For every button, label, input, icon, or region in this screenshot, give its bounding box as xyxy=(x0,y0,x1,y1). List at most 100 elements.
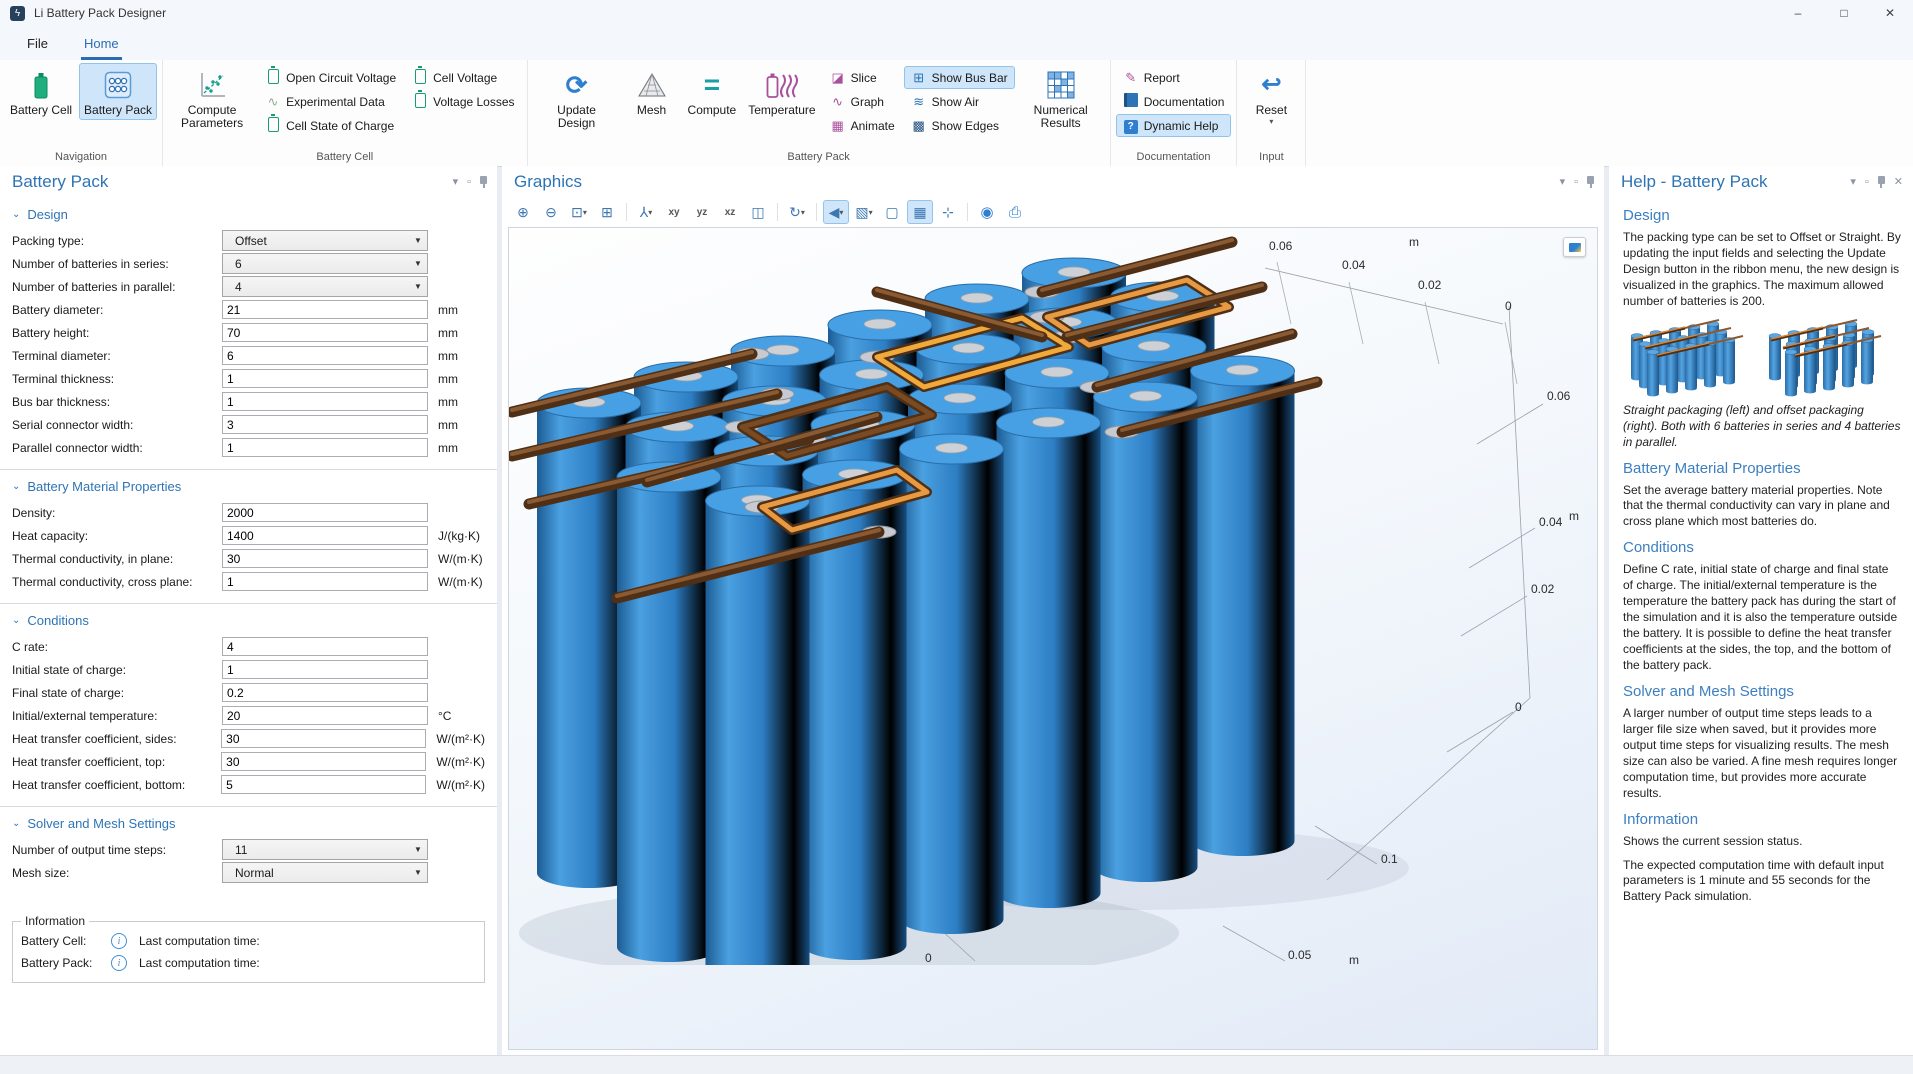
pin-icon[interactable] xyxy=(1878,176,1885,184)
voltage-losses-button[interactable]: Voltage Losses xyxy=(405,90,521,113)
compute-button[interactable]: = Compute xyxy=(683,63,742,120)
show-edges-toggle[interactable]: ▩ Show Edges xyxy=(904,114,1015,137)
go-to-default-view-button[interactable]: ⅄▾ xyxy=(633,200,659,224)
close-button[interactable]: ✕ xyxy=(1867,0,1913,26)
image-overlay-button[interactable] xyxy=(1563,237,1586,257)
rotate-button[interactable]: ↻▾ xyxy=(784,200,810,224)
input-serial-connector-width[interactable] xyxy=(222,415,428,434)
input-thermal-conductivity-cross-plane[interactable] xyxy=(222,572,428,591)
input-final-state-of-charge[interactable] xyxy=(222,683,428,702)
section-header-conditions[interactable]: ⌄Conditions xyxy=(12,613,485,628)
image-snapshot-button[interactable]: ◉ xyxy=(974,200,1000,224)
field-label: Heat transfer coefficient, bottom: xyxy=(12,778,221,792)
temperature-button[interactable]: Temperature xyxy=(743,63,820,120)
ribbon-group-navigation: Battery Cell Battery Pack Navigation xyxy=(0,60,163,166)
tab-home[interactable]: Home xyxy=(81,36,122,60)
chevron-down-icon: ▼ xyxy=(409,259,427,268)
tab-file[interactable]: File xyxy=(24,36,51,60)
input-heat-transfer-coefficient-top[interactable] xyxy=(221,752,426,771)
help-image-caption: Straight packaging (left) and offset pac… xyxy=(1623,403,1901,451)
float-panel-icon[interactable]: ▫ xyxy=(1865,177,1869,188)
input-initial-external-temperature[interactable] xyxy=(222,706,428,725)
section-header-battery-material-properties[interactable]: ⌄Battery Material Properties xyxy=(12,479,485,494)
float-panel-icon[interactable]: ▫ xyxy=(467,177,471,188)
input-battery-height[interactable] xyxy=(222,323,428,342)
battery-cell-button[interactable]: Battery Cell xyxy=(5,63,77,120)
show-air-toggle[interactable]: ≋ Show Air xyxy=(904,90,1015,113)
pin-icon[interactable] xyxy=(480,176,487,184)
compute-parameters-button[interactable]: Compute Parameters xyxy=(168,63,256,133)
show-bus-bar-toggle[interactable]: ⊞ Show Bus Bar xyxy=(904,66,1015,89)
zoom-in-button[interactable]: ⊕ xyxy=(510,200,536,224)
open-circuit-voltage-button[interactable]: Open Circuit Voltage xyxy=(258,66,403,89)
report-button[interactable]: ✎ Report xyxy=(1116,66,1232,89)
input-terminal-diameter[interactable] xyxy=(222,346,428,365)
input-initial-state-of-charge[interactable] xyxy=(222,660,428,679)
input-thermal-conductivity-in-plane[interactable] xyxy=(222,549,428,568)
view-yz-button[interactable]: yz xyxy=(689,200,715,224)
settings-sections: ⌄DesignPacking type:Offset▼Number of bat… xyxy=(0,207,497,884)
unit-label: J/(kg·K) xyxy=(438,529,480,543)
input-density[interactable] xyxy=(222,503,428,522)
svg-text:0.04: 0.04 xyxy=(1539,515,1563,529)
view-xy-button[interactable]: xy xyxy=(661,200,687,224)
input-heat-transfer-coefficient-bottom[interactable] xyxy=(221,775,426,794)
panel-menu-icon[interactable]: ▾ xyxy=(453,177,459,188)
perspective-button[interactable]: ◫ xyxy=(745,200,771,224)
pin-icon[interactable] xyxy=(1587,176,1594,184)
update-design-button[interactable]: ⟳ Update Design xyxy=(533,63,621,133)
cell-state-of-charge-button[interactable]: Cell State of Charge xyxy=(258,114,403,137)
zoom-box-button[interactable]: ⊡▾ xyxy=(566,200,592,224)
maximize-button[interactable]: □ xyxy=(1821,0,1867,26)
input-battery-diameter[interactable] xyxy=(222,300,428,319)
numerical-results-button[interactable]: Numerical Results xyxy=(1017,63,1105,133)
transparency-button[interactable]: ▧▾ xyxy=(851,200,877,224)
info-icon[interactable]: i xyxy=(111,933,127,949)
input-bus-bar-thickness[interactable] xyxy=(222,392,428,411)
dropdown-number-of-batteries-in-parallel[interactable]: 4▼ xyxy=(222,276,428,297)
minimize-button[interactable]: – xyxy=(1775,0,1821,26)
scene-light-button[interactable]: ◀▾ xyxy=(823,200,849,224)
help-text-information-1: Shows the current session status. xyxy=(1623,834,1901,850)
section-header-solver-and-mesh-settings[interactable]: ⌄Solver and Mesh Settings xyxy=(12,816,485,831)
experimental-data-button[interactable]: ∿ Experimental Data xyxy=(258,90,403,113)
dropdown-number-of-batteries-in-series[interactable]: 6▼ xyxy=(222,253,428,274)
zoom-extents-button[interactable]: ⊞ xyxy=(594,200,620,224)
dropdown-mesh-size[interactable]: Normal▼ xyxy=(222,862,428,883)
reset-button[interactable]: ↩ Reset ▾ xyxy=(1242,63,1300,129)
graph-button[interactable]: ∿ Graph xyxy=(823,90,902,113)
info-icon[interactable]: i xyxy=(111,955,127,971)
graphics-panel: Graphics ▾ ▫ ⊕⊖⊡▾⊞ ⅄▾xyyzxz◫ ↻▾ ◀▾▧▾▢▦⊹ ◉⎙ xyxy=(502,166,1604,1056)
float-panel-icon[interactable]: ▫ xyxy=(1574,177,1578,188)
graphics-canvas[interactable]: 0.06 0.04 0.02 0 m 0.06 0.04 m 0.02 0 0.… xyxy=(508,227,1598,1050)
slice-button[interactable]: ◪ Slice xyxy=(823,66,902,89)
mesh-button[interactable]: Mesh xyxy=(623,63,681,120)
wireframe-box-button[interactable]: ▢ xyxy=(879,200,905,224)
input-heat-transfer-coefficient-sides[interactable] xyxy=(221,729,426,748)
documentation-button[interactable]: Documentation xyxy=(1116,90,1232,113)
input-c-rate[interactable] xyxy=(222,637,428,656)
close-panel-icon[interactable]: ✕ xyxy=(1894,177,1903,188)
help-text-conditions: Define C rate, initial state of charge a… xyxy=(1623,562,1901,674)
axis-orientation-button[interactable]: ⊹ xyxy=(935,200,961,224)
battery-pack-button[interactable]: Battery Pack xyxy=(79,63,157,120)
dropdown-number-of-output-time-steps[interactable]: 11▼ xyxy=(222,839,428,860)
setting-row: Battery height:mm xyxy=(12,321,485,344)
section-header-design[interactable]: ⌄Design xyxy=(12,207,485,222)
zoom-out-button[interactable]: ⊖ xyxy=(538,200,564,224)
panel-menu-icon[interactable]: ▾ xyxy=(1560,177,1566,188)
dropdown-packing-type[interactable]: Offset▼ xyxy=(222,230,428,251)
animate-button[interactable]: ▦ Animate xyxy=(823,114,902,137)
dynamic-help-toggle[interactable]: ? Dynamic Help xyxy=(1116,114,1232,137)
cell-voltage-button[interactable]: Cell Voltage xyxy=(405,66,521,89)
print-button[interactable]: ⎙ xyxy=(1002,200,1028,224)
panel-menu-icon[interactable]: ▾ xyxy=(1850,177,1856,188)
show-grid-button[interactable]: ▦ xyxy=(907,200,933,224)
input-parallel-connector-width[interactable] xyxy=(222,438,428,457)
input-heat-capacity[interactable] xyxy=(222,526,428,545)
view-xz-button[interactable]: xz xyxy=(717,200,743,224)
thumbnail-icon xyxy=(1569,243,1581,252)
field-label: Heat transfer coefficient, top: xyxy=(12,755,221,769)
input-terminal-thickness[interactable] xyxy=(222,369,428,388)
graphics-panel-title: Graphics xyxy=(514,172,1560,192)
